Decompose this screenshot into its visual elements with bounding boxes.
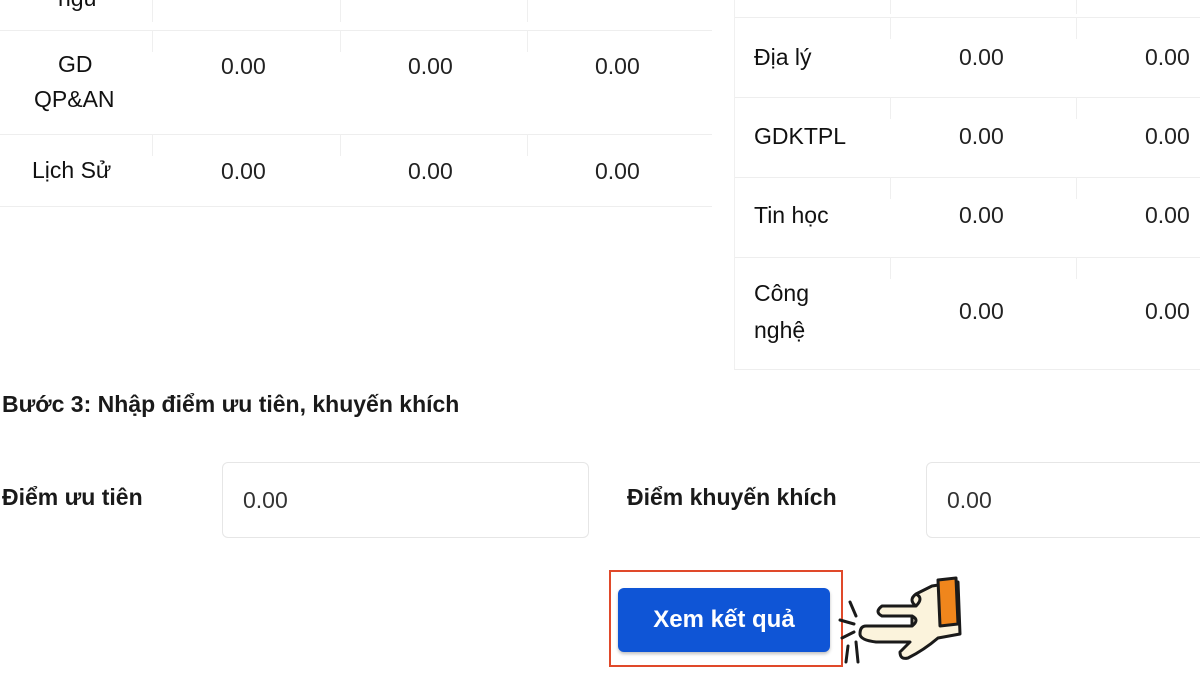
score-cell: 0.00 xyxy=(959,44,1004,70)
encouragement-score-label: Điểm khuyến khích xyxy=(627,484,837,510)
score-cell: 0.00 xyxy=(221,53,266,79)
subject-name: ngữ xyxy=(58,0,99,14)
subject-name: GD xyxy=(58,51,93,77)
score-cell: 0.00 xyxy=(1145,123,1190,149)
view-result-button[interactable]: Xem kết quả xyxy=(618,588,830,652)
subject-name: GDKTPL xyxy=(754,123,847,149)
score-cell: 0.00 xyxy=(959,298,1004,324)
score-cell: 0.00 xyxy=(1145,298,1190,324)
score-cell: 0.00 xyxy=(1145,44,1190,70)
score-cell: 0.00 xyxy=(221,158,266,184)
score-cell: 0.00 xyxy=(595,53,640,79)
table-row: Công nghệ 0.00 0.00 xyxy=(734,257,1200,370)
subject-name: Lịch Sử xyxy=(32,157,112,183)
score-cell: 0.00 xyxy=(959,202,1004,228)
subject-name: Tin học xyxy=(754,202,829,228)
score-cell: 0.00 xyxy=(1145,202,1190,228)
pointing-hand-icon xyxy=(838,576,962,664)
table-row: Lịch Sử 0.00 0.00 0.00 xyxy=(0,134,712,207)
table-row: Địa lý 0.00 0.00 xyxy=(734,17,1200,98)
score-cell: 0.00 xyxy=(408,53,453,79)
score-cell: 0.00 xyxy=(595,158,640,184)
encouragement-score-input[interactable] xyxy=(926,462,1200,538)
subject-name: Công xyxy=(754,280,809,306)
table-row: GD QP&AN 0.00 0.00 0.00 xyxy=(0,30,712,135)
table-row: Tin học 0.00 0.00 xyxy=(734,177,1200,258)
subject-name: QP&AN xyxy=(34,86,115,112)
score-cell: 0.00 xyxy=(959,123,1004,149)
subject-name: nghệ xyxy=(754,317,806,343)
priority-score-label: Điểm ưu tiên xyxy=(2,484,143,510)
score-table-right: Địa lý 0.00 0.00 GDKTPL 0.00 0.00 Tin họ… xyxy=(734,0,1200,372)
table-row xyxy=(734,0,1200,18)
step3-title: Bước 3: Nhập điểm ưu tiên, khuyến khích xyxy=(2,391,460,417)
score-cell: 0.00 xyxy=(408,158,453,184)
table-row: GDKTPL 0.00 0.00 xyxy=(734,97,1200,178)
priority-score-input[interactable] xyxy=(222,462,589,538)
subject-name: Địa lý xyxy=(754,44,812,70)
score-table-left: ngữ GD QP&AN 0.00 0.00 0.00 Lịch Sử 0.00… xyxy=(0,0,712,210)
table-row: ngữ xyxy=(0,0,712,31)
